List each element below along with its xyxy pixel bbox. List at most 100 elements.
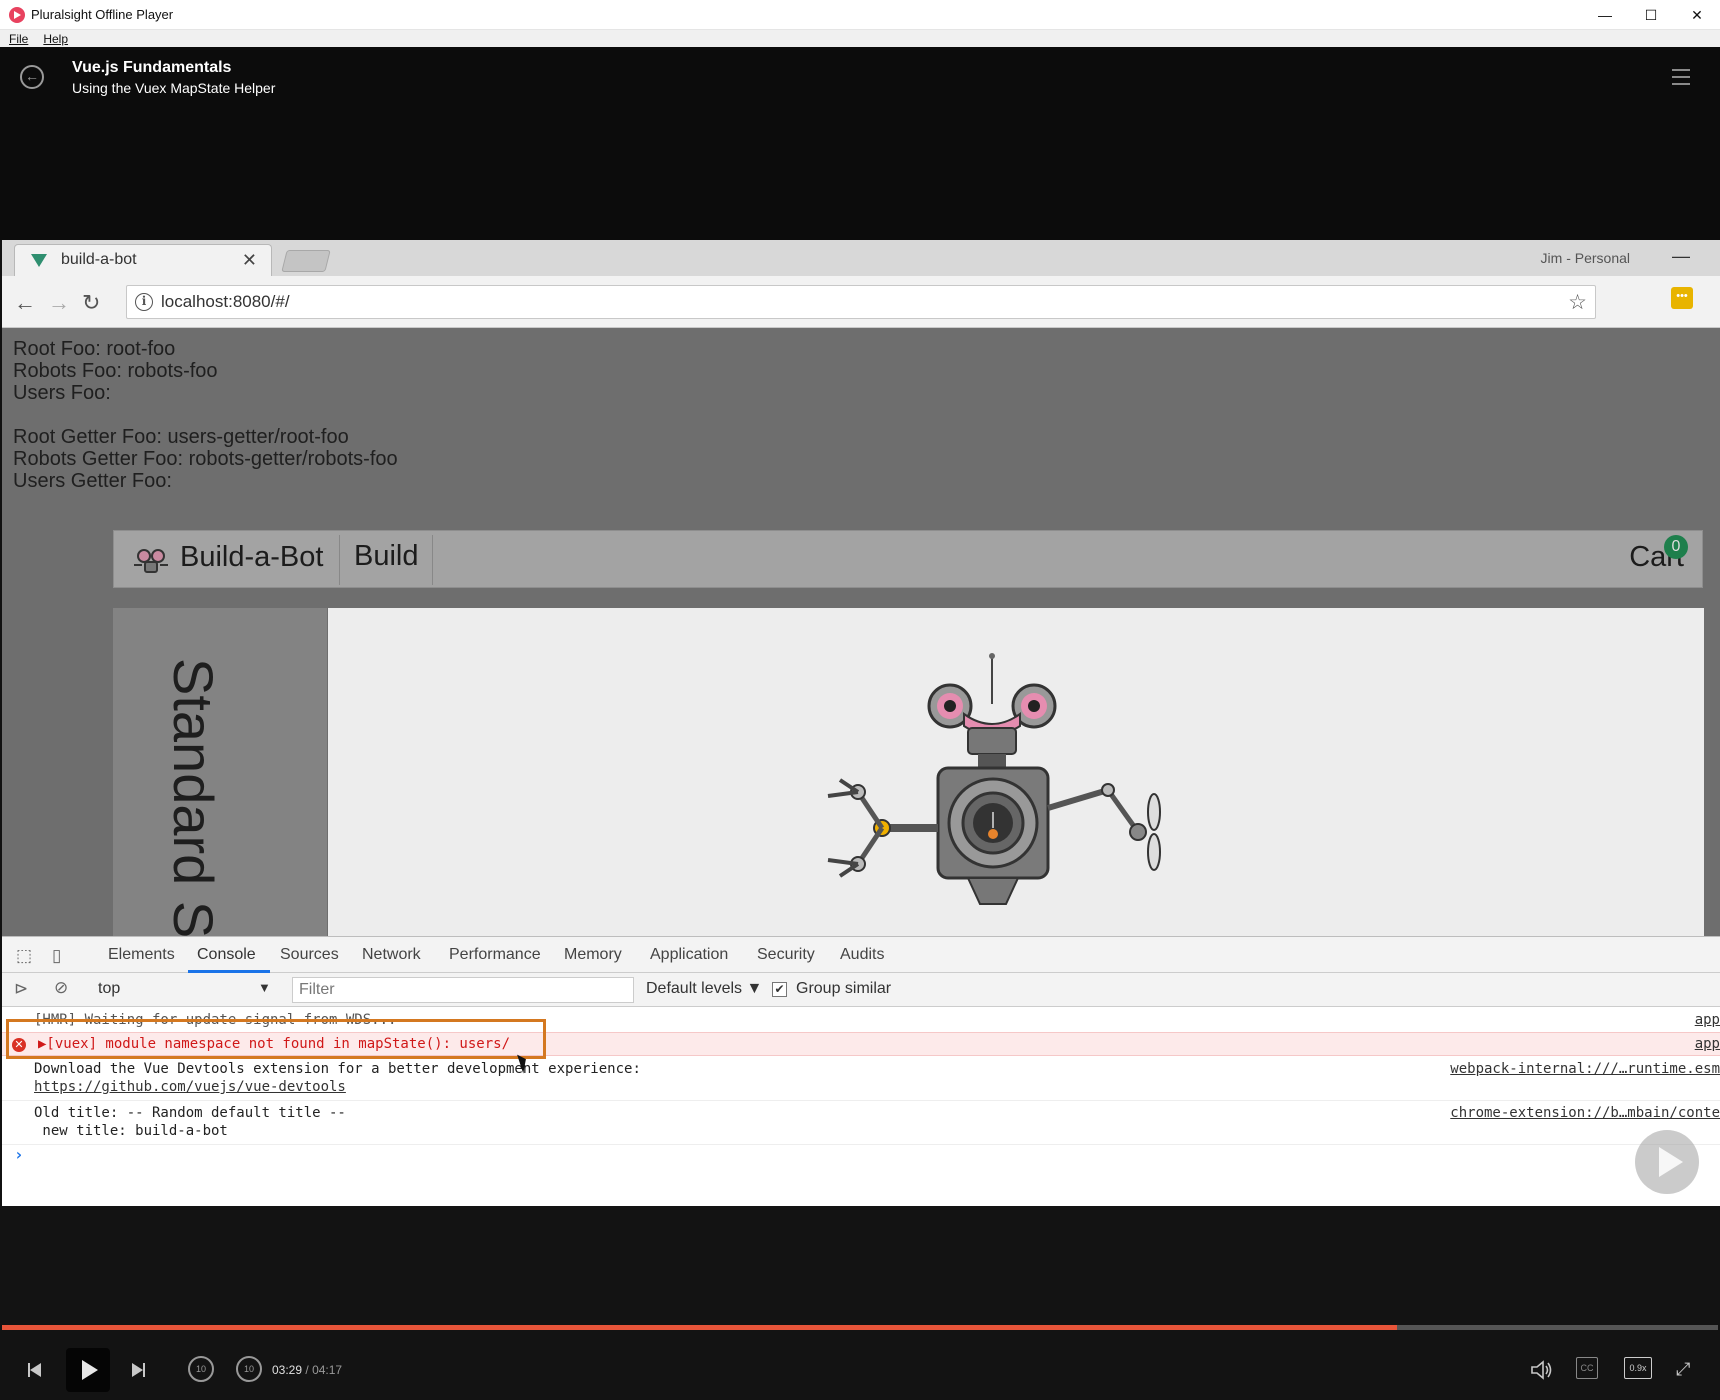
browser-tab: build-a-bot ✕	[14, 244, 272, 276]
devtools-tab-audits: Audits	[840, 946, 885, 963]
pluralsight-logo-icon	[9, 6, 25, 23]
tab-close-icon: ✕	[241, 250, 257, 270]
player-controls: 10 10 03:29 / 04:17 CC 0.9x ⤢	[0, 1206, 1720, 1400]
player-window: Pluralsight Offline Player — ☐ ✕ File He…	[0, 0, 1720, 1400]
group-similar-label: Group similar	[796, 980, 892, 997]
console-message: Old title: -- Random default title -- ne…	[2, 1103, 1720, 1145]
progress-fill	[2, 1325, 1398, 1330]
console-message-source: chrome-extension://b…mbain/conte	[1450, 1105, 1720, 1121]
window-title: Pluralsight Offline Player	[31, 7, 174, 22]
closed-captions-button[interactable]: CC	[1576, 1357, 1598, 1379]
browser-minimize-icon: —	[1672, 246, 1690, 266]
filter-placeholder: Filter	[299, 981, 335, 998]
context-select: top	[98, 980, 121, 997]
devtools-tab-memory: Memory	[564, 946, 622, 963]
console-message-text: Download the Vue Devtools extension for …	[34, 1061, 641, 1077]
back-arrow-icon[interactable]: ←	[20, 65, 44, 89]
maximize-button[interactable]: ☐	[1628, 0, 1674, 30]
getter-line-root: Root Getter Foo: users-getter/root-foo	[13, 426, 349, 448]
devtools-tab-network: Network	[362, 946, 421, 963]
console-message-source: webpack-internal:///…runtime.esm	[1450, 1061, 1720, 1077]
group-similar-checkbox: ✔	[772, 982, 787, 997]
minimize-button[interactable]: —	[1582, 0, 1628, 30]
title-bar: Pluralsight Offline Player — ☐ ✕	[0, 0, 1720, 30]
menu-bar: File Help	[0, 30, 1720, 47]
console-message: Download the Vue Devtools extension for …	[2, 1059, 1720, 1101]
devtools-tab-security: Security	[757, 946, 815, 963]
sidebar: Standard Sidebar	[113, 608, 327, 936]
log-levels-select: Default levels ▼	[646, 980, 763, 997]
rewind-10-icon[interactable]: 10	[188, 1356, 214, 1382]
duration: 04:17	[312, 1363, 343, 1377]
getter-line-users: Users Getter Foo:	[13, 470, 172, 492]
table-of-contents-icon[interactable]	[1672, 69, 1690, 90]
error-highlight-box	[6, 1019, 546, 1059]
sidebar-toggle-icon: ⊳	[14, 979, 29, 998]
console-message-source: app	[1694, 1012, 1720, 1028]
console-filter-input: Filter	[292, 977, 634, 1003]
play-overlay-icon[interactable]	[1635, 1130, 1699, 1194]
inspect-element-icon: ⬚	[16, 946, 33, 965]
state-line-root: Root Foo: root-foo	[13, 338, 176, 360]
course-title: Vue.js Fundamentals	[72, 59, 232, 76]
current-time: 03:29	[272, 1363, 303, 1377]
clear-console-icon: ⊘	[54, 978, 69, 997]
browser-reload-icon: ↻	[82, 290, 101, 315]
volume-icon[interactable]	[1530, 1360, 1554, 1380]
bookmark-star-icon: ☆	[1568, 291, 1587, 314]
devtools-tab-console: Console	[197, 946, 256, 963]
video-frame[interactable]: build-a-bot ✕ Jim - Personal — ← → ↻ i l…	[2, 240, 1720, 1206]
devtools-tab-sources: Sources	[280, 946, 339, 963]
forward-10-icon[interactable]: 10	[236, 1356, 262, 1382]
close-button[interactable]: ✕	[1674, 0, 1720, 30]
console-prompt-icon: ›	[14, 1145, 24, 1164]
console-filter-bar: ⊳ ⊘ top ▼ Filter Default levels ▼ ✔ Grou…	[2, 973, 1720, 1007]
progress-bar[interactable]	[2, 1325, 1718, 1330]
playback-speed-button[interactable]: 0.9x	[1624, 1357, 1652, 1379]
menu-file[interactable]: File	[9, 32, 28, 46]
devtools-tab-performance: Performance	[449, 946, 541, 963]
time-display: 03:29 / 04:17	[272, 1363, 342, 1377]
console-message-link: https://github.com/vuejs/vue-devtools	[34, 1079, 346, 1095]
console-message-source: app	[1694, 1036, 1720, 1052]
play-button[interactable]	[66, 1348, 110, 1392]
main-panel	[328, 608, 1704, 936]
getter-line-robots: Robots Getter Foo: robots-getter/robots-…	[13, 448, 398, 470]
player-header: ← Vue.js Fundamentals Using the Vuex Map…	[0, 47, 1720, 240]
state-line-robots: Robots Foo: robots-foo	[13, 360, 218, 382]
nav-divider	[339, 535, 340, 585]
url-text: localhost:8080/#/	[161, 292, 290, 311]
browser-toolbar: ← → ↻ i localhost:8080/#/ ☆ •••	[2, 276, 1720, 328]
browser-forward-icon: →	[48, 290, 70, 315]
nav-divider	[432, 535, 433, 585]
devtools-tab-application: Application	[650, 946, 729, 963]
menu-help[interactable]: Help	[43, 32, 68, 46]
browser-profile: Jim - Personal	[1540, 250, 1630, 266]
state-line-users: Users Foo:	[13, 382, 111, 404]
browser-tab-bar: build-a-bot ✕ Jim - Personal —	[2, 240, 1720, 276]
robot-illustration	[827, 653, 1161, 905]
device-toolbar-icon: ▯	[52, 946, 62, 965]
nav-cart-link: Cart 0	[1629, 535, 1688, 574]
nav-brand: Build-a-Bot	[180, 541, 324, 573]
vue-favicon-icon	[31, 254, 47, 267]
address-bar: i localhost:8080/#/ ☆	[126, 285, 1596, 319]
page-content: Root Foo: root-foo Robots Foo: robots-fo…	[2, 328, 1720, 936]
time-separator: /	[305, 1363, 309, 1377]
cart-count-badge: 0	[1664, 535, 1688, 559]
info-icon: i	[135, 293, 153, 311]
fullscreen-icon[interactable]: ⤢	[1676, 1359, 1690, 1380]
new-tab-button	[281, 250, 331, 272]
chevron-down-icon: ▼	[258, 980, 271, 995]
devtools-tab-elements: Elements	[108, 946, 175, 963]
window-controls: — ☐ ✕	[1582, 0, 1720, 30]
site-navbar: Build-a-Bot Build Cart 0	[113, 530, 1703, 588]
clip-title: Using the Vuex MapState Helper	[72, 80, 276, 96]
browser-back-icon: ←	[14, 290, 36, 315]
devtools-tab-bar: ⬚ ▯ Elements Console Sources Network Per…	[2, 937, 1720, 973]
robot-logo-icon	[134, 549, 168, 573]
nav-build-link: Build	[354, 540, 419, 572]
tab-title: build-a-bot	[61, 251, 137, 268]
console-output: [HMR] Waiting for update signal from WDS…	[2, 1007, 1720, 1206]
console-message-text-2: new title: build-a-bot	[34, 1123, 228, 1139]
